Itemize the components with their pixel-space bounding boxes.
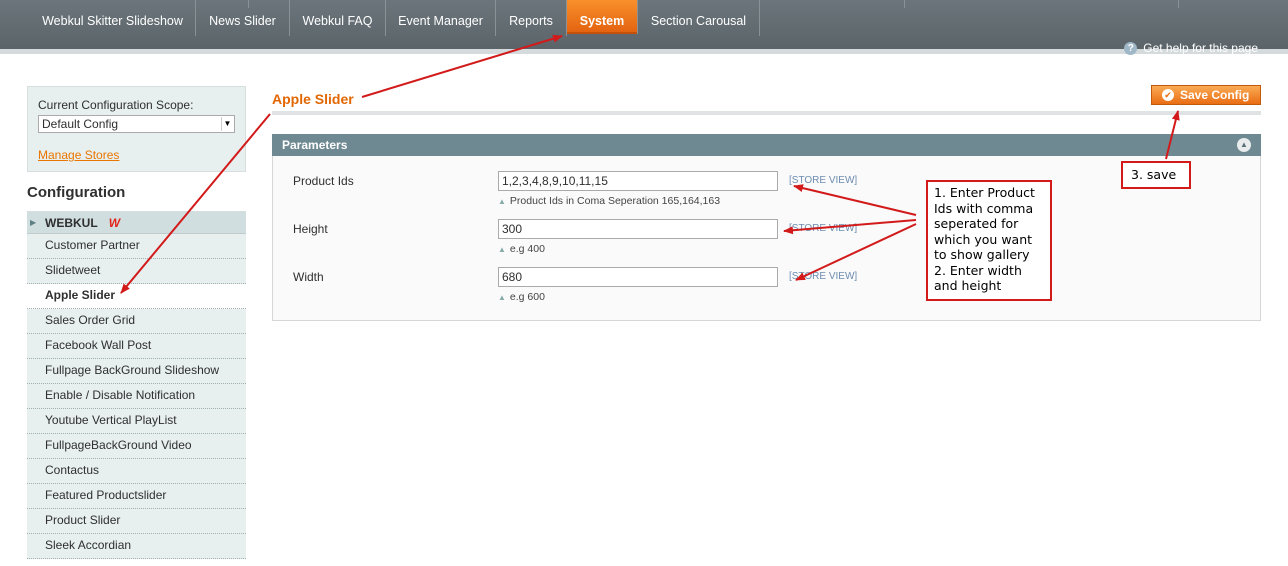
field-note-text: Product Ids in Coma Seperation 165,164,1… xyxy=(509,195,721,207)
field-note-text: e.g 400 xyxy=(509,243,545,255)
help-icon: ? xyxy=(1124,41,1138,55)
field-note: ▲ Product Ids in Coma Seperation 165,164,… xyxy=(498,195,720,207)
sidebar-item-slidetweet[interactable]: Slidetweet xyxy=(27,259,246,284)
scope-tag: [STORE VIEW] xyxy=(789,175,858,186)
sidebar-item-youtube-vertical-playlist[interactable]: Youtube Vertical PlayList xyxy=(27,409,246,434)
field-note-text: e.g 600 xyxy=(509,291,545,303)
sidebar-item-enable-disable-notification[interactable]: Enable / Disable Notification xyxy=(27,384,246,409)
field-row-width: Width 680 [STORE VIEW] ▲ e.g 600 xyxy=(273,267,1262,310)
nav-item-news-slider[interactable]: News Slider xyxy=(196,0,290,36)
page-title: Apple Slider xyxy=(272,91,354,107)
field-label: Product Ids xyxy=(293,174,354,188)
scope-select-value: Default Config xyxy=(42,117,119,131)
title-divider xyxy=(272,111,1261,115)
annotation-callout-fields: 1. Enter Product Ids with comma seperate… xyxy=(926,180,1052,301)
nav-separator xyxy=(1178,0,1179,8)
scope-tag: [STORE VIEW] xyxy=(789,223,858,234)
sidebar-item-customer-partner[interactable]: Customer Partner xyxy=(27,234,246,259)
field-note: ▲ e.g 400 xyxy=(498,243,545,255)
height-input[interactable]: 300 xyxy=(498,219,778,239)
note-triangle-icon: ▲ xyxy=(498,293,506,302)
nav-item-webkul-faq[interactable]: Webkul FAQ xyxy=(290,0,386,36)
nav-item-webkul-skitter-slideshow[interactable]: Webkul Skitter Slideshow xyxy=(30,0,196,36)
sidebar-item-featured-productslider[interactable]: Featured Productslider xyxy=(27,484,246,509)
scope-tag: [STORE VIEW] xyxy=(789,271,858,282)
sidebar-item-product-slider[interactable]: Product Slider xyxy=(27,509,246,534)
callout-line: which you want xyxy=(934,231,1033,247)
callout-line: to show gallery xyxy=(934,247,1030,262)
parameters-fieldset: Product Ids 1,2,3,4,8,9,10,11,15 [STORE … xyxy=(272,156,1261,321)
help-link-label: Get help for this page xyxy=(1143,41,1258,55)
nav-item-system[interactable]: System xyxy=(567,0,638,34)
field-row-height: Height 300 [STORE VIEW] ▲ e.g 400 xyxy=(273,219,1262,262)
sidebar-item-sales-order-grid[interactable]: Sales Order Grid xyxy=(27,309,246,334)
annotation-callout-save: 3. save xyxy=(1121,161,1191,189)
nav-item-event-manager[interactable]: Event Manager xyxy=(386,0,496,36)
sidebar-item-sleek-accordian[interactable]: Sleek Accordian xyxy=(27,534,246,559)
scope-select[interactable]: Default Config ▼ xyxy=(38,115,235,133)
top-navigation: Webkul Skitter Slideshow News Slider Web… xyxy=(0,0,1288,55)
save-config-button[interactable]: ✔ Save Config xyxy=(1151,85,1261,105)
menu-group-label: WEBKUL xyxy=(45,216,98,230)
save-config-label: Save Config xyxy=(1180,88,1250,102)
sidebar-item-apple-slider[interactable]: Apple Slider xyxy=(27,284,246,309)
fieldset-title: Parameters xyxy=(282,138,348,152)
field-label: Height xyxy=(293,222,328,236)
scope-label: Current Configuration Scope: xyxy=(38,98,194,112)
configuration-title: Configuration xyxy=(27,173,246,212)
callout-line: Ids with comma xyxy=(934,200,1034,216)
field-note: ▲ e.g 600 xyxy=(498,291,545,303)
nav-item-section-carousal[interactable]: Section Carousal xyxy=(638,0,760,36)
callout-line: 1. Enter Product xyxy=(934,185,1035,200)
manage-stores-link[interactable]: Manage Stores xyxy=(38,148,235,162)
field-label: Width xyxy=(293,270,324,284)
callout-line: seperated for xyxy=(934,216,1019,231)
menu-group-webkul[interactable]: ▶ WEBKUL W xyxy=(27,212,246,234)
sidebar-item-fullpage-background-slideshow[interactable]: Fullpage BackGround Slideshow xyxy=(27,359,246,384)
sidebar-item-facebook-wall-post[interactable]: Facebook Wall Post xyxy=(27,334,246,359)
webkul-logo-icon: W xyxy=(108,216,121,230)
main-menu: Webkul Skitter Slideshow News Slider Web… xyxy=(0,0,1288,36)
config-scope-box: Current Configuration Scope: Default Con… xyxy=(27,86,246,172)
nav-separator xyxy=(904,0,905,8)
note-triangle-icon: ▲ xyxy=(498,245,506,254)
width-input[interactable]: 680 xyxy=(498,267,778,287)
checkmark-icon: ✔ xyxy=(1162,89,1174,101)
note-triangle-icon: ▲ xyxy=(498,197,506,206)
help-link[interactable]: ? Get help for this page xyxy=(1124,41,1258,55)
callout-line: 2. Enter width xyxy=(934,262,1022,278)
product-ids-input[interactable]: 1,2,3,4,8,9,10,11,15 xyxy=(498,171,778,191)
chevron-down-icon: ▼ xyxy=(221,117,233,131)
field-row-product-ids: Product Ids 1,2,3,4,8,9,10,11,15 [STORE … xyxy=(273,171,1262,214)
collapse-up-icon[interactable]: ▲ xyxy=(1237,138,1251,152)
nav-item-reports[interactable]: Reports xyxy=(496,0,567,36)
fieldset-header-parameters[interactable]: Parameters ▲ xyxy=(272,134,1261,156)
config-menu: ▶ WEBKUL W Customer Partner Slidetweet A… xyxy=(27,212,246,559)
callout-line: and height xyxy=(934,278,1002,293)
sidebar-item-fullpage-background-video[interactable]: FullpageBackGround Video xyxy=(27,434,246,459)
collapse-triangle-icon: ▶ xyxy=(30,218,37,227)
sidebar-item-contactus[interactable]: Contactus xyxy=(27,459,246,484)
